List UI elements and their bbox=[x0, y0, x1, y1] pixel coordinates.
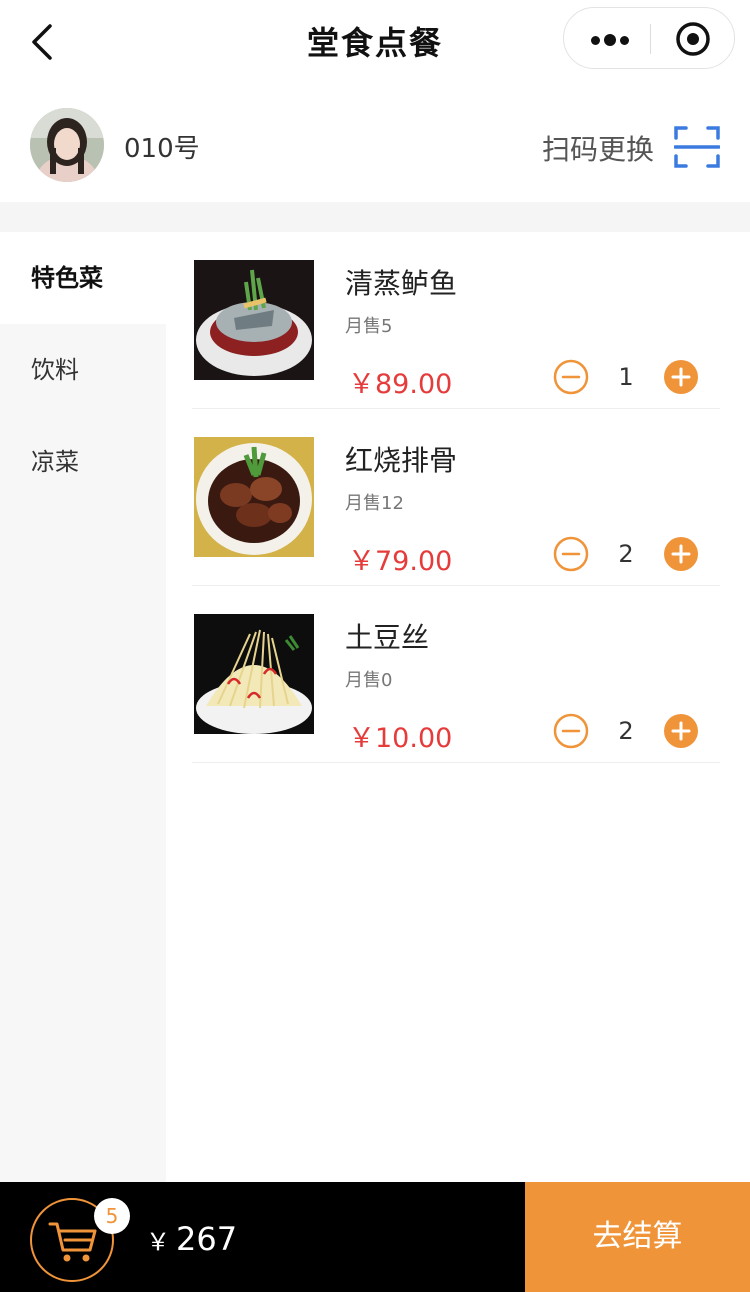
category-item-special[interactable]: 特色菜 bbox=[0, 232, 166, 324]
mini-program-capsule bbox=[563, 7, 735, 69]
dish-sales: 月售0 bbox=[345, 670, 393, 691]
minus-circle-icon bbox=[553, 359, 589, 395]
more-button[interactable] bbox=[564, 8, 650, 70]
dish-name: 红烧排骨 bbox=[345, 444, 458, 477]
total-amount: 267 bbox=[176, 1220, 238, 1258]
dish-price: ￥10.00 bbox=[348, 723, 453, 754]
increase-quantity-button[interactable] bbox=[663, 359, 699, 395]
section-divider bbox=[0, 202, 750, 232]
dish-item: 红烧排骨 月售12 ￥79.00 2 bbox=[192, 409, 720, 586]
order-page: 堂食点餐 010号 扫码更换 特色菜 饮料 凉菜 清蒸鲈鱼 月售5 ￥89.00… bbox=[0, 0, 750, 1292]
minus-circle-icon bbox=[553, 536, 589, 572]
close-button[interactable] bbox=[651, 8, 736, 70]
dish-image bbox=[194, 437, 314, 557]
dish-item: 土豆丝 月售0 ￥10.00 2 bbox=[192, 586, 720, 763]
category-item-drinks[interactable]: 饮料 bbox=[0, 324, 166, 416]
table-info: 010号 扫码更换 bbox=[0, 84, 750, 202]
plus-circle-icon bbox=[664, 537, 698, 571]
dish-item: 清蒸鲈鱼 月售5 ￥89.00 1 bbox=[192, 232, 720, 409]
dish-image bbox=[194, 614, 314, 734]
dish-image bbox=[194, 260, 314, 380]
more-dots-icon bbox=[591, 36, 600, 45]
dish-name: 土豆丝 bbox=[345, 621, 430, 654]
dish-price: ￥79.00 bbox=[348, 546, 453, 577]
table-number: 010号 bbox=[124, 134, 200, 164]
decrease-quantity-button[interactable] bbox=[553, 359, 589, 395]
currency-symbol: ￥ bbox=[146, 1228, 170, 1256]
decrease-quantity-button[interactable] bbox=[553, 713, 589, 749]
cart-total: ￥ 267 bbox=[146, 1220, 237, 1258]
decrease-quantity-button[interactable] bbox=[553, 536, 589, 572]
increase-quantity-button[interactable] bbox=[663, 713, 699, 749]
quantity-value: 2 bbox=[618, 717, 634, 745]
dish-name: 清蒸鲈鱼 bbox=[345, 267, 458, 300]
dish-sales: 月售5 bbox=[345, 316, 393, 337]
scan-change-button[interactable]: 扫码更换 bbox=[542, 128, 654, 168]
dish-price: ￥89.00 bbox=[348, 369, 453, 400]
target-circle-icon bbox=[676, 22, 710, 56]
quantity-value: 1 bbox=[618, 363, 634, 391]
avatar bbox=[30, 108, 104, 182]
category-item-cold-dishes[interactable]: 凉菜 bbox=[0, 416, 166, 508]
cart-bar: 5 ￥ 267 去结算 bbox=[0, 1182, 750, 1292]
cart-count-badge: 5 bbox=[94, 1198, 130, 1234]
scan-frame-icon[interactable] bbox=[673, 124, 721, 170]
category-sidebar: 特色菜 饮料 凉菜 bbox=[0, 232, 166, 1182]
navigation-bar: 堂食点餐 bbox=[0, 0, 750, 84]
checkout-button[interactable]: 去结算 bbox=[525, 1182, 750, 1292]
quantity-value: 2 bbox=[618, 540, 634, 568]
plus-circle-icon bbox=[664, 360, 698, 394]
minus-circle-icon bbox=[553, 713, 589, 749]
plus-circle-icon bbox=[664, 714, 698, 748]
dish-sales: 月售12 bbox=[345, 493, 404, 514]
increase-quantity-button[interactable] bbox=[663, 536, 699, 572]
